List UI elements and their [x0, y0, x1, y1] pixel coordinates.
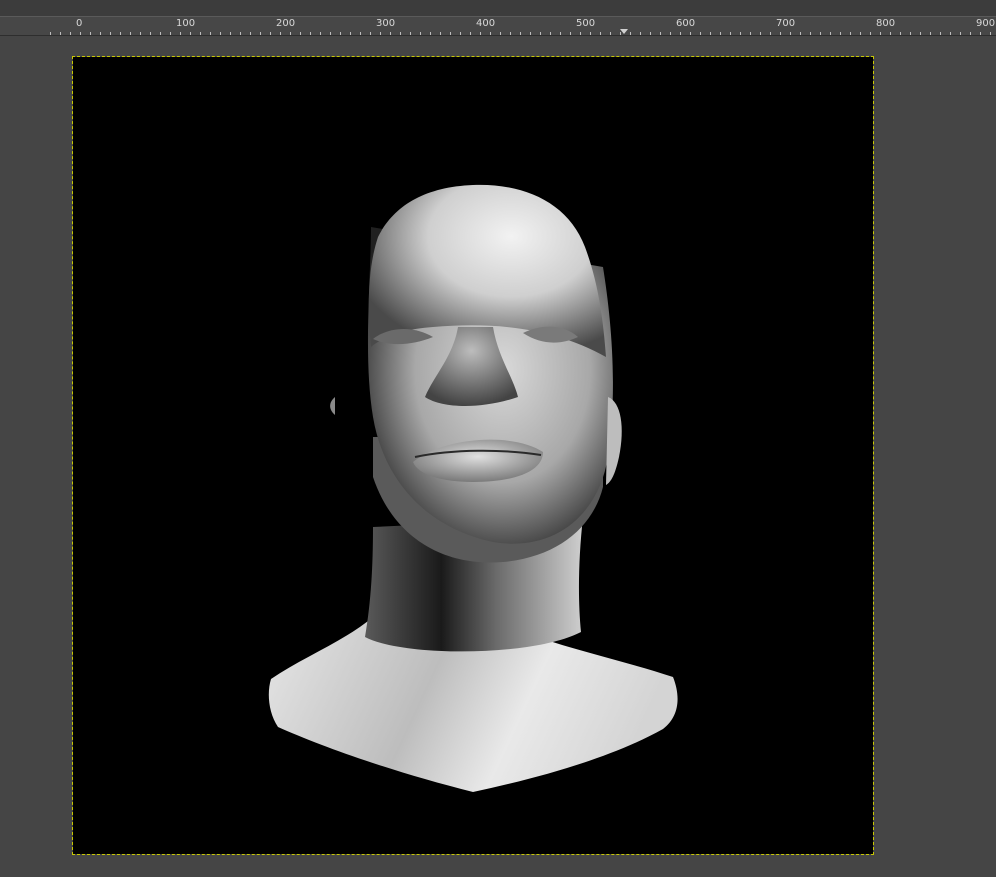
ruler-label-900: 900 [976, 18, 996, 29]
ruler-label-100: 100 [176, 18, 196, 29]
left-ear-shape [330, 397, 335, 415]
toolbar-strip [0, 0, 996, 17]
ruler-label-700: 700 [776, 18, 796, 29]
image-canvas[interactable] [73, 57, 873, 854]
canvas-workspace[interactable] [0, 36, 996, 877]
ruler-label-600: 600 [676, 18, 696, 29]
rendered-head-image [268, 184, 678, 792]
ruler-label-500: 500 [576, 18, 596, 29]
ruler-label-0: 0 [76, 18, 83, 29]
ruler-pointer-marker-icon [620, 29, 628, 34]
ruler-label-800: 800 [876, 18, 896, 29]
ruler-label-300: 300 [376, 18, 396, 29]
image-editor-window: 0 100 200 300 400 500 600 700 800 900 [0, 0, 996, 877]
horizontal-ruler[interactable]: 0 100 200 300 400 500 600 700 800 900 [0, 17, 996, 36]
right-ear-shape [606, 397, 622, 485]
ruler-label-200: 200 [276, 18, 296, 29]
ruler-label-400: 400 [476, 18, 496, 29]
ruler-ticks [50, 32, 991, 35]
